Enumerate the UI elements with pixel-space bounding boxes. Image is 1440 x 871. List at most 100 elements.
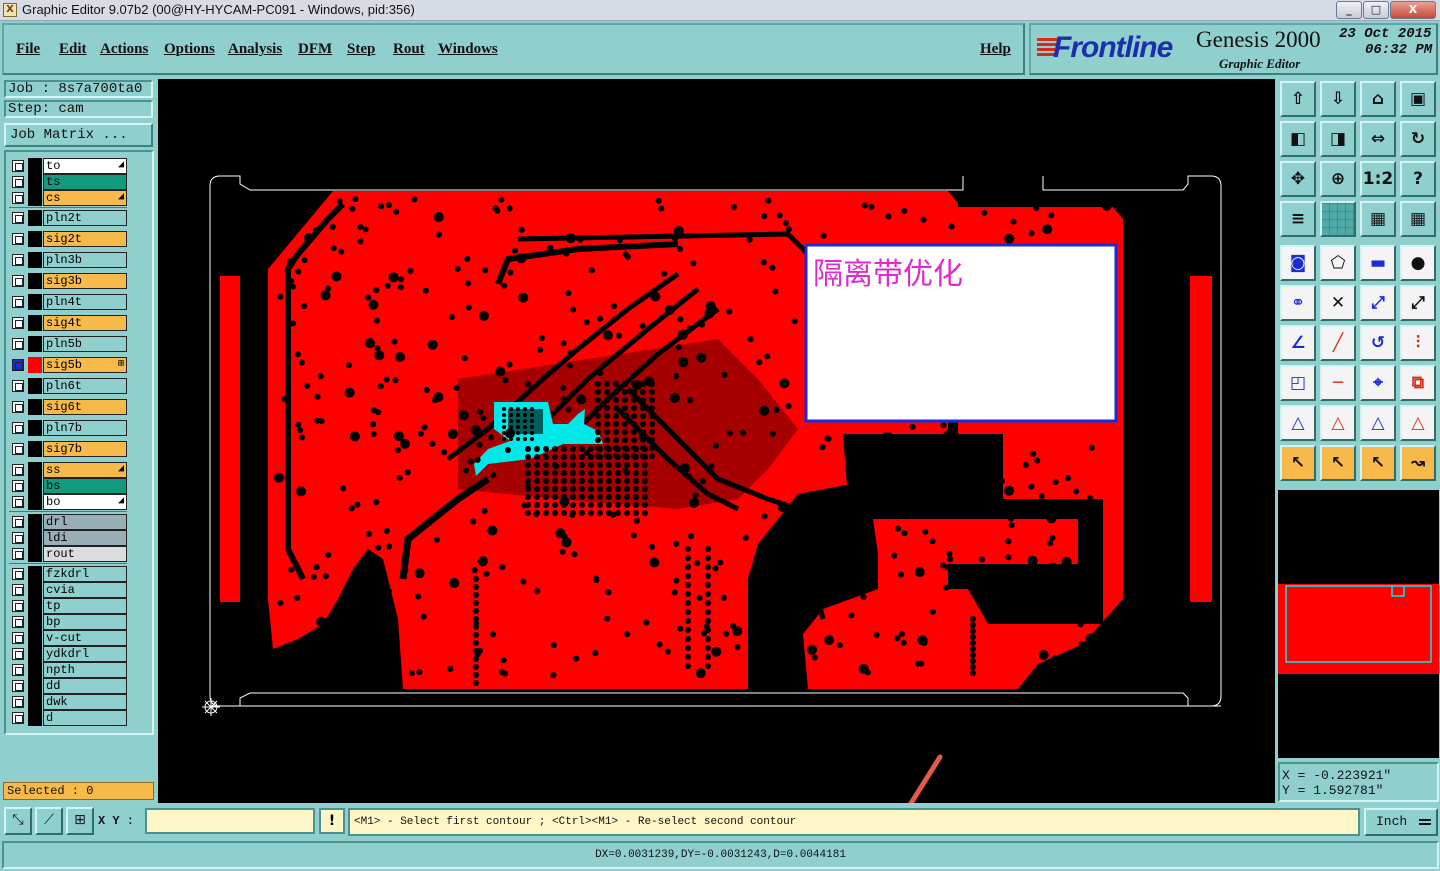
layer-name[interactable]: fzkdrl <box>43 566 127 582</box>
layer-row-d[interactable]: d <box>9 710 127 726</box>
layer-checkbox[interactable] <box>12 632 24 644</box>
layer-checkbox[interactable] <box>12 254 24 266</box>
triangle-4-icon[interactable]: △ <box>1400 405 1436 441</box>
pcb-drawing[interactable]: 隔离带优化 <box>158 79 1275 803</box>
snap-up-icon[interactable]: ⇧ <box>1280 81 1316 117</box>
pointer-route-icon[interactable]: ↝ <box>1400 445 1436 481</box>
maximize-button[interactable]: □ <box>1363 1 1389 19</box>
layer-name[interactable]: tp <box>43 598 127 614</box>
home-icon[interactable]: ⌂ <box>1360 81 1396 117</box>
pad-icon[interactable]: ● <box>1400 245 1436 281</box>
layer-name[interactable]: drl <box>43 514 127 530</box>
layer-name[interactable]: dd <box>43 678 127 694</box>
layer-checkbox[interactable] <box>12 516 24 528</box>
snap-mode-icon[interactable]: ⤡ <box>4 807 32 835</box>
minimize-button[interactable]: _ <box>1336 1 1362 19</box>
layer-row-sig4t[interactable]: sig4t <box>9 315 127 331</box>
graphic-canvas[interactable]: 隔离带优化 <box>158 79 1275 803</box>
layer-checkbox[interactable] <box>12 480 24 492</box>
layer-name[interactable]: ldi <box>43 530 127 546</box>
layer-checkbox[interactable] <box>12 464 24 476</box>
layer-name[interactable]: d <box>43 710 127 726</box>
layer-row-ts[interactable]: ts <box>9 174 127 190</box>
layer-name[interactable]: ss ◢ <box>43 462 127 478</box>
layer-checkbox[interactable] <box>12 296 24 308</box>
layer-row-npth[interactable]: npth <box>9 662 127 678</box>
text-f-icon[interactable]: ⫶ <box>1400 325 1436 361</box>
layer-name[interactable]: v-cut <box>43 630 127 646</box>
measure-mode-icon[interactable]: ⟋ <box>35 807 63 835</box>
layer-name[interactable]: bo ◢ <box>43 494 127 510</box>
grid-icon[interactable] <box>1320 201 1356 237</box>
redraw-icon[interactable]: ↻ <box>1400 121 1436 157</box>
layer-row-v-cut[interactable]: v-cut <box>9 630 127 646</box>
copy-icon[interactable]: ⧉ <box>1400 365 1436 401</box>
xy-input[interactable] <box>145 808 315 834</box>
pointer-circle-icon[interactable]: ↖ <box>1360 445 1396 481</box>
layer-row-fzkdrl[interactable]: fzkdrl <box>9 566 127 582</box>
layer-checkbox[interactable] <box>12 380 24 392</box>
layer-name[interactable]: sig5b ⊞ <box>43 357 127 373</box>
layer-checkbox[interactable] <box>12 532 24 544</box>
layer-row-bs[interactable]: bs <box>9 478 127 494</box>
layer-checkbox[interactable] <box>12 422 24 434</box>
menu-analysis[interactable]: Analysis <box>228 41 282 58</box>
layer-checkbox[interactable] <box>12 680 24 692</box>
menu-windows[interactable]: Windows <box>438 41 498 58</box>
menu-dfm[interactable]: DFM <box>298 41 332 58</box>
layer-row-ldi[interactable]: ldi <box>9 530 127 546</box>
menu-step[interactable]: Step <box>347 41 375 58</box>
layer-checkbox[interactable] <box>12 443 24 455</box>
layer-checkbox[interactable] <box>12 696 24 708</box>
layer-checkbox[interactable] <box>12 548 24 560</box>
layer-row-ss[interactable]: ss ◢ <box>9 462 127 478</box>
x-app-icon[interactable]: X <box>3 3 17 17</box>
layer-name[interactable]: dwk <box>43 694 127 710</box>
layer-name[interactable]: pln6t <box>43 378 127 394</box>
layer-name[interactable]: to ◢ <box>43 158 127 174</box>
layer-row-pln2t[interactable]: pln2t <box>9 210 127 226</box>
layer-row-drl[interactable]: drl <box>9 514 127 530</box>
cross-icon[interactable]: ✕ <box>1320 285 1356 321</box>
angle-icon[interactable]: ∠ <box>1280 325 1316 361</box>
layer-name[interactable]: bs <box>43 478 127 494</box>
menu-edit[interactable]: Edit <box>59 41 87 58</box>
layer-checkbox[interactable] <box>12 568 24 580</box>
layer-checkbox[interactable] <box>12 664 24 676</box>
layer-name[interactable]: sig2t <box>43 231 127 247</box>
pan-both-icon[interactable]: ⇔ <box>1360 121 1396 157</box>
layer-row-pln5b[interactable]: pln5b <box>9 336 127 352</box>
pointer-box-icon[interactable]: ↖ <box>1320 445 1356 481</box>
menu-options[interactable]: Options <box>164 41 215 58</box>
layer-checkbox[interactable] <box>12 338 24 350</box>
layer-row-to[interactable]: to ◢ <box>9 158 127 174</box>
layer-name[interactable]: ydkdrl <box>43 646 127 662</box>
layer-row-sig5b[interactable]: sig5b ⊞ <box>9 357 127 373</box>
layer-name[interactable]: cvia <box>43 582 127 598</box>
layer-checkbox[interactable] <box>12 192 24 204</box>
layer-row-cvia[interactable]: cvia <box>9 582 127 598</box>
menu-actions[interactable]: Actions <box>100 41 148 58</box>
layer-name[interactable]: cs ◢ <box>43 190 127 206</box>
layer-checkbox[interactable] <box>12 212 24 224</box>
layer-name[interactable]: rout <box>43 546 127 562</box>
layer-row-dwk[interactable]: dwk <box>9 694 127 710</box>
alert-button[interactable]: ! <box>319 808 345 834</box>
fit-screen-icon[interactable]: ✥ <box>1280 161 1316 197</box>
layer-name[interactable]: sig3b <box>43 273 127 289</box>
measure-icon[interactable]: ⌖ <box>1360 365 1396 401</box>
layer-name[interactable]: pln4t <box>43 294 127 310</box>
layer-row-bo[interactable]: bo ◢ <box>9 494 127 510</box>
job-matrix-button[interactable]: Job Matrix ... <box>4 123 153 147</box>
unit-selector[interactable]: Inch <box>1364 808 1438 836</box>
pan-left-icon[interactable]: ◧ <box>1280 121 1316 157</box>
layer-checkbox[interactable] <box>12 496 24 508</box>
layer-row-tp[interactable]: tp <box>9 598 127 614</box>
layer-checkbox[interactable] <box>12 584 24 596</box>
select-feature-icon[interactable]: ◙ <box>1280 245 1316 281</box>
layer-checkbox[interactable] <box>12 160 24 172</box>
layer-name[interactable]: sig6t <box>43 399 127 415</box>
line-icon[interactable]: ╱ <box>1320 325 1356 361</box>
menu-rout[interactable]: Rout <box>393 41 425 58</box>
layer-name[interactable]: pln5b <box>43 336 127 352</box>
